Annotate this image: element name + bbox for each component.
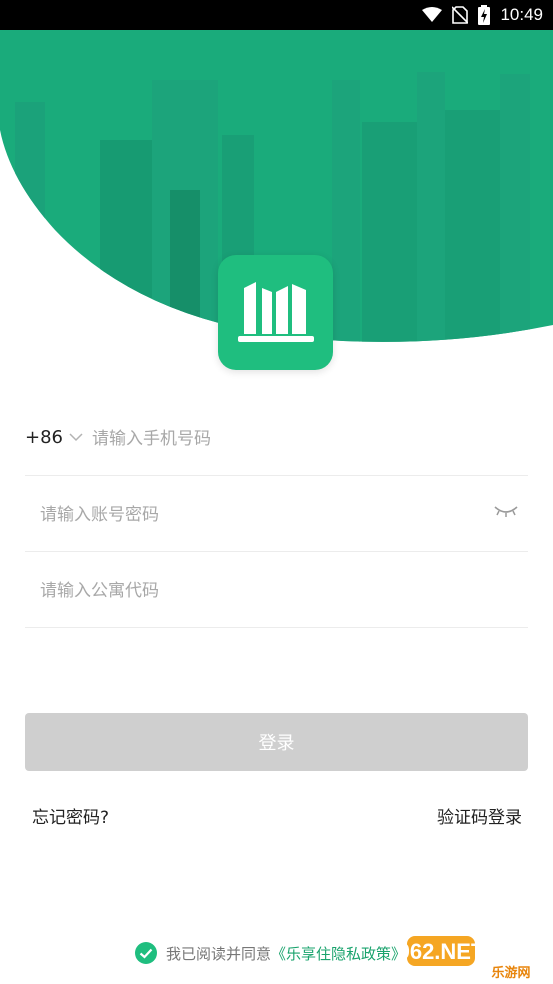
status-icons: 10:49 (422, 0, 543, 30)
password-field-row (25, 476, 528, 553)
status-bar: 10:49 (0, 0, 553, 30)
battery-charging-icon (478, 5, 491, 25)
password-input[interactable] (38, 476, 482, 553)
apartment-code-input[interactable] (38, 552, 512, 629)
agreement-text: 我已阅读并同意 (166, 944, 272, 963)
privacy-policy-link[interactable]: 《乐享住隐私政策》 (271, 943, 406, 964)
watermark-sub: 乐游网 (491, 965, 530, 980)
country-code-selector[interactable]: +86 (25, 400, 83, 475)
site-watermark: 962.NET 乐游网 (398, 934, 547, 981)
phone-input[interactable] (90, 400, 514, 477)
watermark-main: 962.NET (407, 939, 485, 964)
watermark-logo: 962.NET 乐游网 (398, 936, 531, 981)
building-logo-icon (237, 281, 314, 342)
check-circle-icon[interactable] (134, 941, 158, 965)
login-button[interactable]: 登录 (25, 713, 528, 771)
wifi-icon (422, 7, 443, 22)
sms-login-link[interactable]: 验证码登录 (437, 803, 522, 828)
chevron-down-icon (69, 433, 83, 442)
forgot-password-link[interactable]: 忘记密码? (32, 803, 109, 828)
app-logo (218, 255, 333, 370)
agreement-row: 我已阅读并同意 《乐享住隐私政策》 (134, 940, 406, 966)
phone-field-row: +86 (25, 400, 528, 477)
apartment-code-field-row (25, 552, 528, 629)
no-sim-icon (452, 6, 469, 24)
status-time: 10:49 (500, 5, 543, 24)
country-code: +86 (25, 427, 63, 448)
eye-closed-icon[interactable] (494, 504, 518, 518)
